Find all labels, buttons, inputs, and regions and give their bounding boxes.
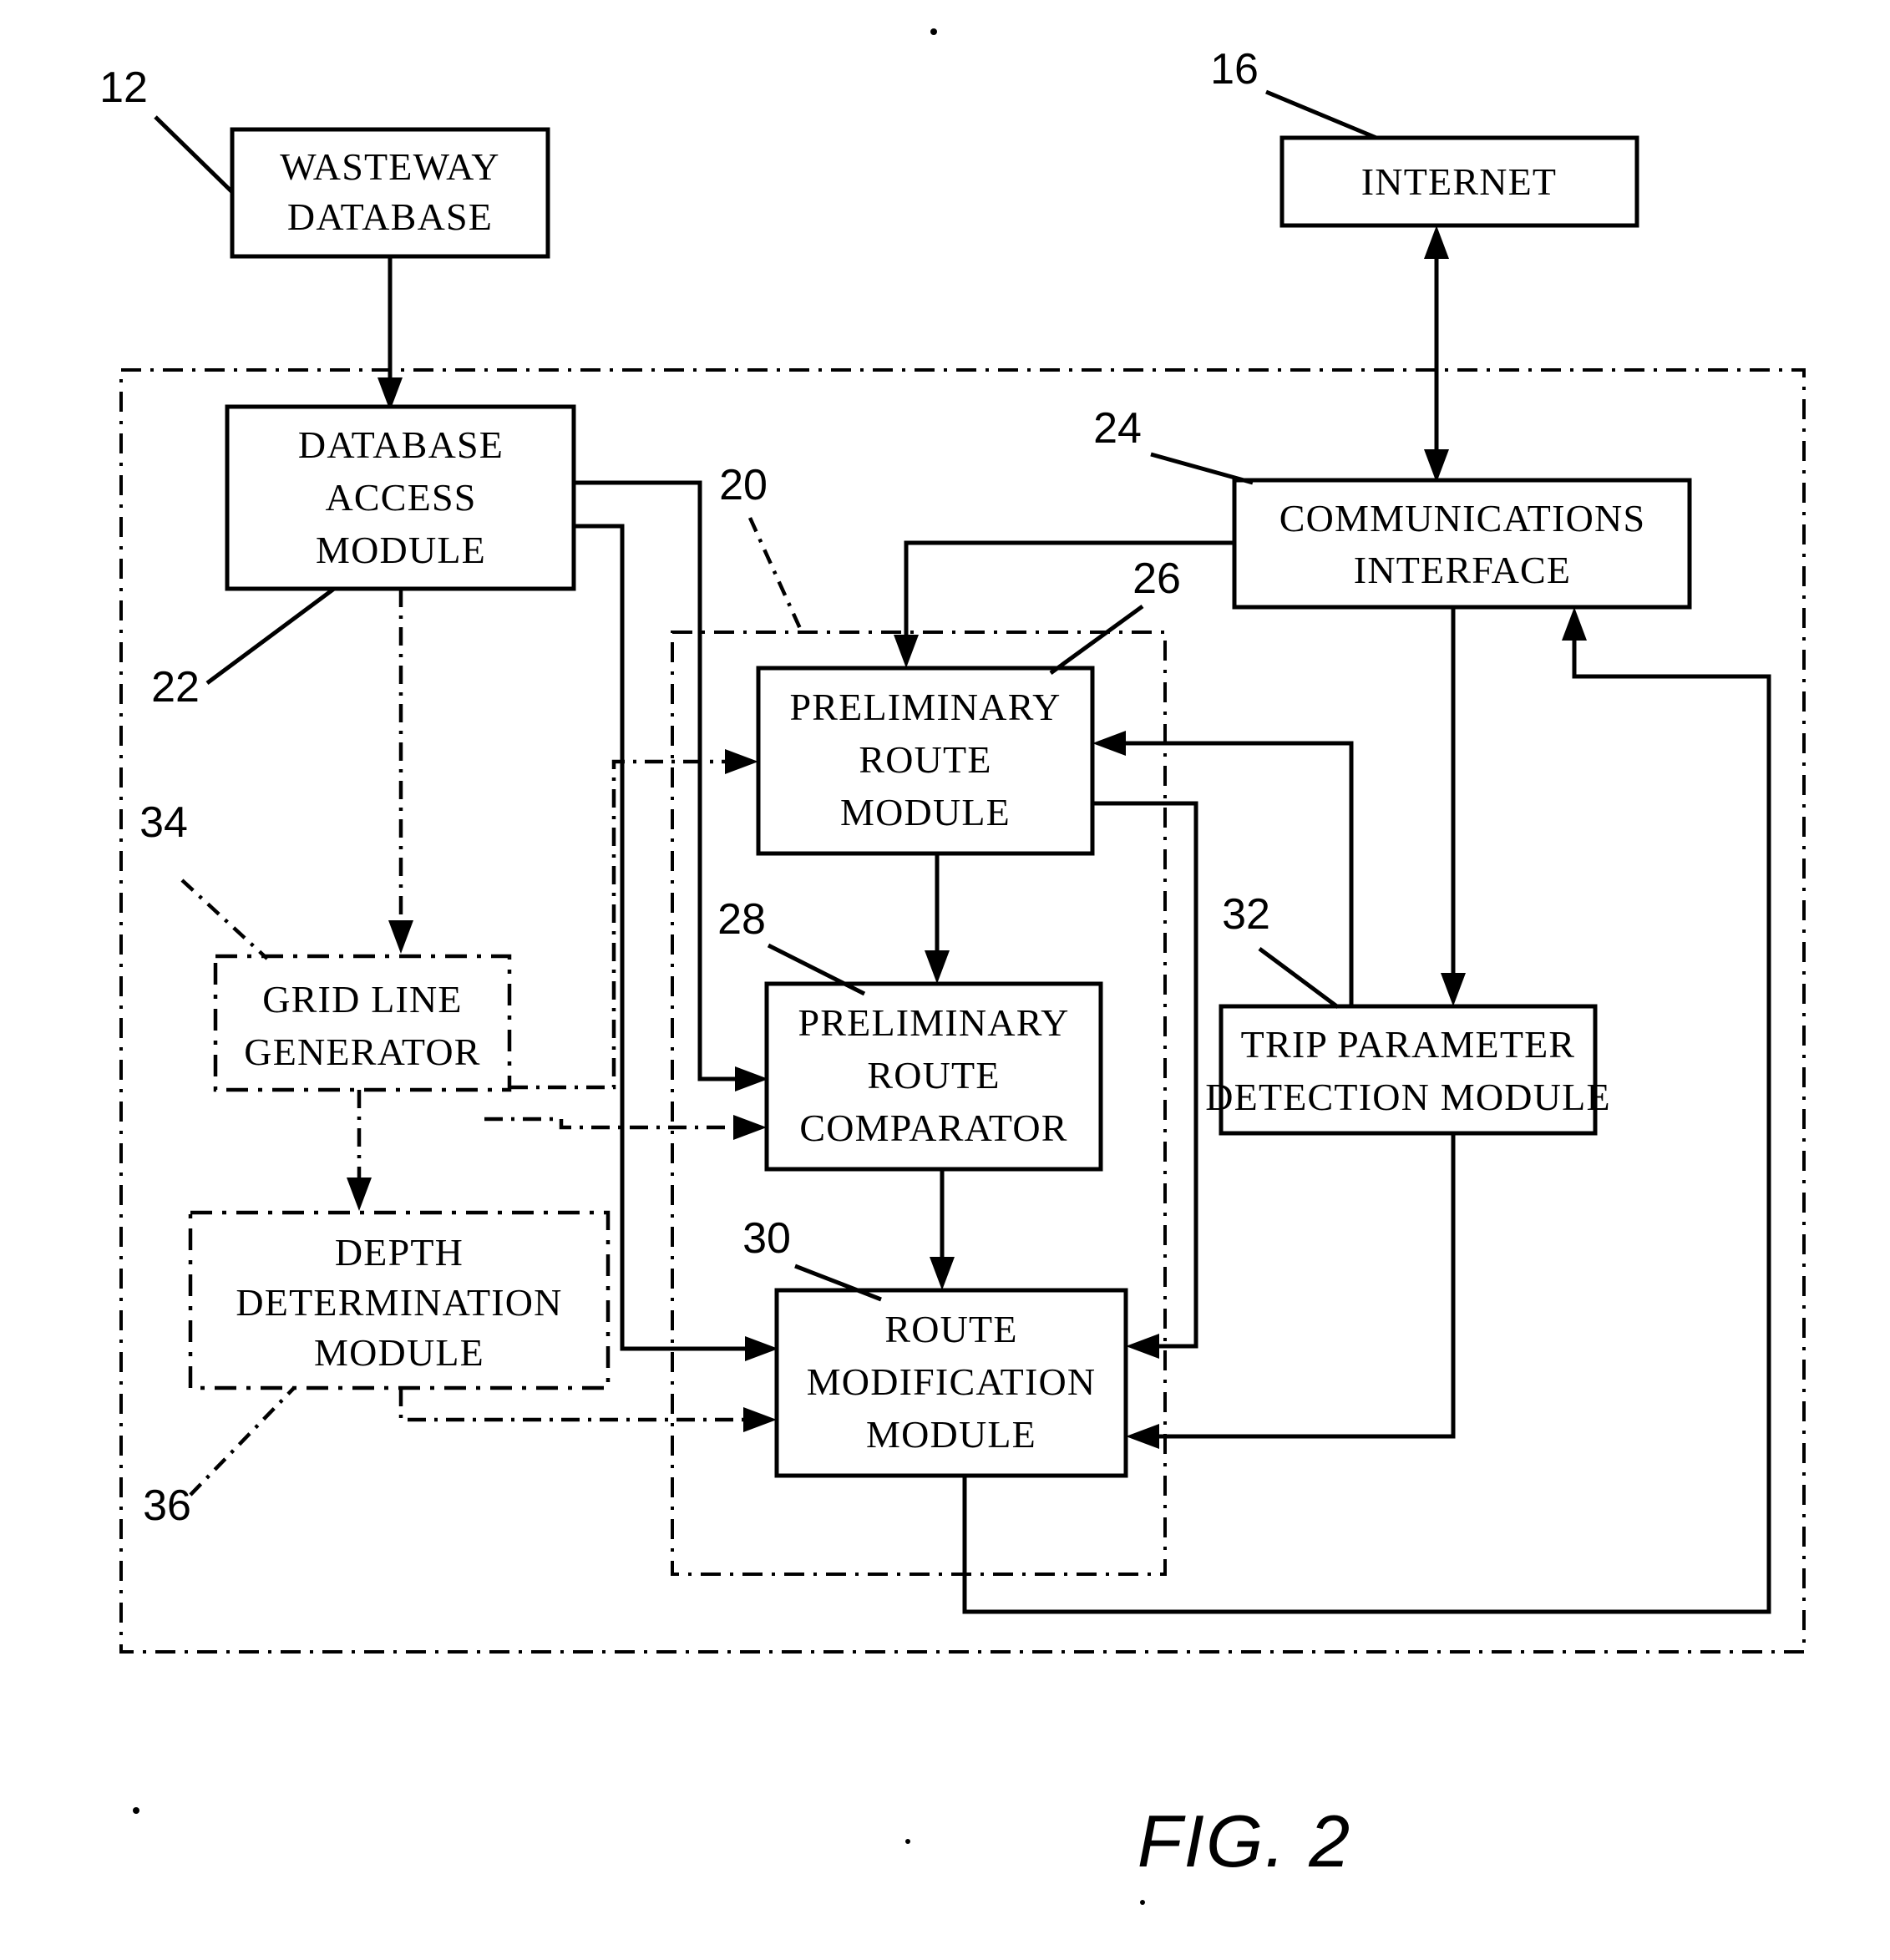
block-trip-parameter-detection-module[interactable]: TRIP PARAMETER DETECTION MODULE xyxy=(1205,1004,1611,1136)
block-diagram: WASTEWAY DATABASE INTERNET DATABASE ACCE… xyxy=(99,28,1806,1905)
block-internet[interactable]: INTERNET xyxy=(1279,135,1639,228)
reference-numeral-28-label: 28 xyxy=(717,895,766,944)
route-modification-module-label-line1: ROUTE xyxy=(884,1308,1017,1350)
reference-numeral-30: 30 xyxy=(742,1214,882,1302)
connector-trip-parameter-to-route-modification xyxy=(1126,1133,1456,1449)
connector-trip-parameter-to-preliminary-route-module xyxy=(1092,731,1354,1006)
connector-grid-to-depth xyxy=(347,1090,372,1211)
reference-numeral-12: 12 xyxy=(99,63,234,194)
depth-determination-module-label-line2: DETERMINATION xyxy=(236,1281,562,1324)
database-access-module-label-line1: DATABASE xyxy=(298,423,504,466)
reference-numeral-28: 28 xyxy=(717,895,866,996)
internet-label: INTERNET xyxy=(1361,160,1557,203)
communications-interface-label-line2: INTERFACE xyxy=(1354,549,1571,591)
trip-parameter-detection-module-label-line2: DETECTION MODULE xyxy=(1205,1076,1611,1118)
reference-numeral-36-label: 36 xyxy=(143,1481,191,1530)
connector-access-to-grid-line-generator xyxy=(388,589,413,954)
block-preliminary-route-comparator[interactable]: PRELIMINARY ROUTE COMPARATOR xyxy=(764,981,1103,1172)
reference-numeral-20: 20 xyxy=(719,461,804,633)
reference-numeral-26-label: 26 xyxy=(1132,555,1181,603)
connector-preliminary-route-module-to-route-modification xyxy=(1092,801,1198,1359)
connector-database-to-access xyxy=(377,256,403,411)
reference-numeral-34: 34 xyxy=(139,798,269,960)
grid-line-generator-label-line2: GENERATOR xyxy=(244,1031,480,1073)
reference-numeral-22-label: 22 xyxy=(151,663,200,712)
scan-speck xyxy=(905,1839,910,1844)
reference-numeral-36: 36 xyxy=(143,1386,296,1530)
reference-numeral-24-label: 24 xyxy=(1093,404,1142,453)
communications-interface-label-line1: COMMUNICATIONS xyxy=(1279,497,1646,539)
scan-speck xyxy=(1140,1900,1145,1905)
reference-numeral-20-label: 20 xyxy=(719,461,768,509)
connector-comparator-to-route-modification xyxy=(930,1169,955,1290)
block-database-access-module[interactable]: DATABASE ACCESS MODULE xyxy=(225,404,576,591)
patent-figure: WASTEWAY DATABASE INTERNET DATABASE ACCE… xyxy=(0,0,1890,1960)
preliminary-route-comparator-label-line2: ROUTE xyxy=(867,1054,1000,1096)
scan-speck xyxy=(133,1807,139,1814)
route-modification-module-label-line3: MODULE xyxy=(866,1413,1036,1456)
scan-speck xyxy=(930,28,937,35)
database-access-module-label-line3: MODULE xyxy=(316,529,486,571)
preliminary-route-module-label-line2: ROUTE xyxy=(859,738,991,781)
preliminary-route-module-label-line1: PRELIMINARY xyxy=(789,686,1061,728)
depth-determination-module-label-line1: DEPTH xyxy=(335,1231,464,1274)
block-depth-determination-module[interactable]: DEPTH DETERMINATION MODULE xyxy=(188,1210,611,1390)
block-communications-interface[interactable]: COMMUNICATIONS INTERFACE xyxy=(1232,478,1692,610)
connector-comms-to-preliminary-route-module xyxy=(894,540,1234,668)
reference-numeral-32: 32 xyxy=(1222,890,1340,1010)
reference-numeral-26: 26 xyxy=(1049,555,1181,676)
connector-depth-to-comparator xyxy=(484,1115,767,1140)
depth-determination-module-label-line3: MODULE xyxy=(314,1331,484,1374)
block-preliminary-route-module[interactable]: PRELIMINARY ROUTE MODULE xyxy=(756,666,1095,856)
reference-numeral-30-label: 30 xyxy=(742,1214,791,1263)
reference-numeral-22: 22 xyxy=(151,586,336,712)
preliminary-route-module-label-line3: MODULE xyxy=(840,791,1011,833)
database-access-module-label-line2: ACCESS xyxy=(325,476,476,519)
connector-depth-to-route-modification xyxy=(398,1388,777,1432)
reference-numeral-34-label: 34 xyxy=(139,798,188,847)
reference-numeral-12-label: 12 xyxy=(99,63,148,112)
block-grid-line-generator[interactable]: GRID LINE GENERATOR xyxy=(213,954,512,1092)
preliminary-route-comparator-label-line3: COMPARATOR xyxy=(799,1107,1067,1149)
trip-parameter-detection-module-label-line1: TRIP PARAMETER xyxy=(1241,1023,1576,1066)
reference-numeral-16: 16 xyxy=(1210,45,1377,140)
wasteway-database-label-line2: DATABASE xyxy=(287,195,493,238)
connector-comms-to-trip-parameter xyxy=(1441,607,1466,1006)
reference-numeral-24: 24 xyxy=(1093,404,1254,485)
block-wasteway-database[interactable]: WASTEWAY DATABASE xyxy=(230,127,550,259)
reference-numeral-16-label: 16 xyxy=(1210,45,1259,94)
grid-line-generator-label-line1: GRID LINE xyxy=(262,978,462,1021)
route-modification-module-label-line2: MODIFICATION xyxy=(807,1360,1097,1403)
reference-numeral-32-label: 32 xyxy=(1222,890,1270,939)
block-route-modification-module[interactable]: ROUTE MODIFICATION MODULE xyxy=(774,1288,1128,1478)
connector-internet-to-comms xyxy=(1424,225,1449,483)
figure-caption: FIG. 2 xyxy=(1138,1800,1352,1882)
connector-preliminary-route-module-to-comparator xyxy=(925,853,950,984)
wasteway-database-label-line1: WASTEWAY xyxy=(280,145,499,188)
preliminary-route-comparator-label-line1: PRELIMINARY xyxy=(798,1001,1069,1044)
